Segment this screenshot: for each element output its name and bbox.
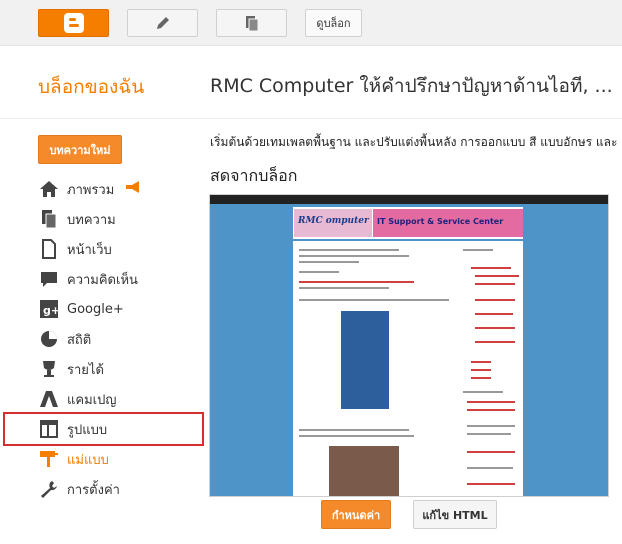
new-post-button[interactable]: บทความใหม่ xyxy=(38,135,122,164)
preview-logo-banner: RMC omputer xyxy=(294,209,372,237)
preview-text-line xyxy=(299,281,414,283)
comments-icon xyxy=(38,268,60,290)
stats-icon xyxy=(38,328,60,350)
sidebar-item-overview[interactable]: ภาพรวม xyxy=(38,174,218,204)
sidebar-item-settings[interactable]: การตั้งค่า xyxy=(38,474,218,504)
preview-title-banner: IT Support & Service Center xyxy=(373,209,523,237)
sidebar-item-comments[interactable]: ความคิดเห็น xyxy=(38,264,218,294)
pencil-icon xyxy=(156,17,169,29)
posts-icon xyxy=(38,208,60,230)
megaphone-icon xyxy=(124,180,142,198)
preview-sidebar-line xyxy=(471,369,491,371)
preview-text-line xyxy=(299,287,389,289)
sidebar-item-label: แม่แบบ xyxy=(67,452,109,468)
preview-sidebar-line xyxy=(463,249,493,251)
preview-sidebar-line xyxy=(467,451,515,453)
preview-sidebar-line xyxy=(475,313,513,315)
view-blog-button[interactable]: ดูบล็อก xyxy=(305,9,362,37)
home-icon xyxy=(38,178,60,200)
preview-sidebar-line xyxy=(467,401,515,403)
wrench-icon xyxy=(38,478,60,500)
sidebar-item-label: บทความ xyxy=(67,212,116,228)
preview-sidebar-line xyxy=(471,267,511,269)
layout-highlight-box xyxy=(3,412,204,446)
blogger-home-button[interactable] xyxy=(38,9,109,37)
preview-sidebar-line xyxy=(467,467,513,469)
template-icon xyxy=(38,448,60,470)
preview-text-line xyxy=(299,271,339,273)
preview-sidebar-line xyxy=(471,377,491,379)
preview-sidebar-line xyxy=(475,283,515,285)
earnings-icon xyxy=(38,358,60,380)
document-stack-icon xyxy=(245,16,258,32)
new-post-pencil-button[interactable] xyxy=(127,9,198,37)
top-toolbar: ดูบล็อก xyxy=(0,0,622,46)
preview-sidebar-line xyxy=(467,433,511,435)
preview-screenshot xyxy=(341,311,389,409)
sidebar-item-pages[interactable]: หน้าเว็บ xyxy=(38,234,218,264)
preview-sidebar-line xyxy=(471,361,491,363)
sidebar-item-posts[interactable]: บทความ xyxy=(38,204,218,234)
sidebar-item-google-plus[interactable]: g+ Google+ xyxy=(38,294,218,324)
sidebar-item-template[interactable]: แม่แบบ xyxy=(38,444,218,474)
preview-text-line xyxy=(299,435,414,437)
sidebar-item-label: ความคิดเห็น xyxy=(67,272,138,288)
blog-preview: RMC omputer IT Support & Service Center xyxy=(209,194,609,497)
sidebar-item-campaigns[interactable]: แคมเปญ xyxy=(38,384,218,414)
preview-sidebar-line xyxy=(467,425,515,427)
preview-sidebar-line xyxy=(475,275,519,277)
pages-icon xyxy=(38,238,60,260)
blog-header: บล็อกของฉัน RMC Computer ให้คำปรึกษาปัญห… xyxy=(0,47,622,119)
edit-html-button[interactable]: แก้ไข HTML xyxy=(413,500,497,529)
preview-text-line xyxy=(299,249,399,251)
template-intro-text: เริ่มต้นด้วยเทมเพลตพื้นฐาน และปรับแต่งพื… xyxy=(210,135,618,149)
campaigns-icon xyxy=(38,388,60,410)
sidebar-item-label: สถิติ xyxy=(67,332,92,348)
blogger-logo-icon xyxy=(63,13,84,33)
sidebar-item-earnings[interactable]: รายได้ xyxy=(38,354,218,384)
sidebar-item-label: แคมเปญ xyxy=(67,392,117,408)
sidebar-item-stats[interactable]: สถิติ xyxy=(38,324,218,354)
preview-header: RMC omputer IT Support & Service Center xyxy=(293,207,523,239)
sidebar-item-label: Google+ xyxy=(67,301,124,317)
svg-text:g+: g+ xyxy=(43,304,59,317)
preview-sidebar-line xyxy=(467,483,515,485)
blog-title: RMC Computer ให้คำปรึกษาปัญหาด้านไอที, .… xyxy=(210,75,613,97)
preview-sidebar-line xyxy=(463,391,503,393)
preview-navbar xyxy=(210,195,608,204)
sidebar-item-label: การตั้งค่า xyxy=(67,482,120,498)
preview-content xyxy=(293,241,523,496)
live-on-blog-heading: สดจากบล็อก xyxy=(210,166,298,185)
preview-banner-text: IT Support & Service Center xyxy=(377,217,504,226)
preview-text-line xyxy=(299,429,409,431)
my-blogs-link[interactable]: บล็อกของฉัน xyxy=(38,72,144,102)
preview-screenshot xyxy=(329,446,399,496)
preview-text-line xyxy=(299,261,359,263)
preview-sidebar-line xyxy=(475,341,515,343)
preview-sidebar-line xyxy=(475,299,515,301)
google-plus-icon: g+ xyxy=(38,298,60,320)
preview-text-line xyxy=(299,255,409,257)
posts-list-button[interactable] xyxy=(216,9,287,37)
customize-button[interactable]: กำหนดค่า xyxy=(321,500,391,529)
sidebar-nav: ภาพรวม บทความ หน้าเว็บ ความคิดเห็น g+ Go… xyxy=(38,174,218,504)
preview-text-line xyxy=(299,299,449,301)
sidebar-item-label: รายได้ xyxy=(67,362,104,378)
sidebar-item-label: หน้าเว็บ xyxy=(67,242,112,258)
sidebar-item-label: ภาพรวม xyxy=(67,182,115,198)
preview-sidebar-line xyxy=(475,327,515,329)
preview-logo: RMC omputer xyxy=(298,216,369,226)
preview-sidebar-line xyxy=(467,409,515,411)
